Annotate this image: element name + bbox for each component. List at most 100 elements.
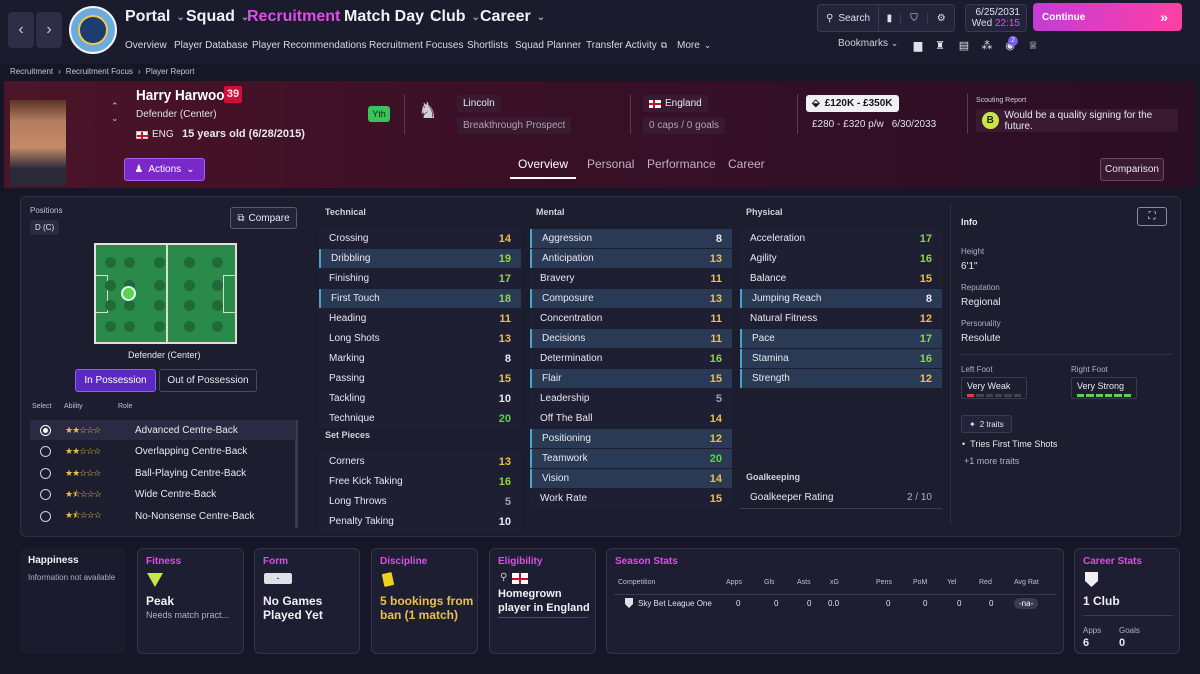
subnav-shortlists[interactable]: Shortlists (467, 40, 508, 51)
club-crest[interactable] (69, 6, 117, 54)
search-button[interactable]: ⚲ Search (818, 5, 880, 31)
attribute-row[interactable]: Leadership 5 (530, 389, 732, 408)
tab-performance[interactable]: Performance (647, 157, 716, 171)
attribute-row[interactable]: Acceleration 17 (740, 229, 942, 248)
compare-button[interactable]: ⧉ Compare (230, 207, 297, 229)
role-row[interactable]: ★⯪☆☆☆ Wide Centre-Back (30, 485, 296, 505)
attribute-row[interactable]: Agility 16 (740, 249, 942, 268)
back-button[interactable]: ‹ (8, 12, 34, 48)
gear-icon[interactable]: ⚙ (928, 13, 954, 24)
attribute-row[interactable]: Long Shots 13 (319, 329, 521, 348)
attribute-row[interactable]: Stamina 16 (740, 349, 942, 368)
attribute-row[interactable]: Strength 12 (740, 369, 942, 388)
trophy-icon[interactable]: ♕ (1026, 38, 1040, 52)
form-card[interactable]: Form - No Games Played Yet (254, 548, 360, 654)
nav-recruitment[interactable]: Recruitment ⌄ (247, 8, 355, 26)
attribute-row[interactable]: Finishing 17 (319, 269, 521, 288)
forward-button[interactable]: › (36, 12, 62, 48)
bookmarks-menu[interactable]: Bookmarks ⌄ (838, 38, 898, 49)
subnav-recruitment-focuses[interactable]: Recruitment Focuses (369, 40, 463, 51)
breadcrumb-focus[interactable]: Recruitment Focus (66, 67, 133, 76)
attribute-row[interactable]: Tackling 10 (319, 389, 521, 408)
shield-icon[interactable]: ⛉ (901, 12, 929, 24)
career-stats-card[interactable]: Career Stats 1 Club Apps 6 Goals 0 (1074, 548, 1180, 654)
attribute-row[interactable]: Concentration 11 (530, 309, 732, 328)
attribute-row[interactable]: Work Rate 15 (530, 489, 732, 508)
nav-match-day[interactable]: Match Day ⌄ (344, 8, 438, 26)
eligibility-card[interactable]: Eligibility ⚲ Homegrown player in Englan… (489, 548, 596, 654)
attribute-row[interactable]: Heading 11 (319, 309, 521, 328)
attribute-row[interactable]: Jumping Reach 8 (740, 289, 942, 308)
document-icon[interactable]: ▤ (957, 38, 971, 52)
attribute-row[interactable]: Long Throws 5 (319, 492, 521, 511)
fitness-card[interactable]: Fitness Peak Needs match pract... (137, 548, 244, 654)
attribute-row[interactable]: Balance 15 (740, 269, 942, 288)
attribute-row[interactable]: Penalty Taking 10 (319, 512, 521, 531)
attribute-row[interactable]: Natural Fitness 12 (740, 309, 942, 328)
breadcrumb-recruitment[interactable]: Recruitment (10, 67, 53, 76)
actions-button[interactable]: ♟ Actions ⌄ (124, 158, 205, 181)
traits-button[interactable]: ✦ 2 traits (961, 415, 1012, 433)
role-radio[interactable] (40, 489, 51, 500)
attribute-row[interactable]: Flair 15 (530, 369, 732, 388)
subnav-squad-planner[interactable]: Squad Planner (515, 40, 581, 51)
role-row[interactable]: ★★☆☆☆ Ball-Playing Centre-Back (30, 463, 296, 483)
attribute-row[interactable]: Determination 16 (530, 349, 732, 368)
discipline-card[interactable]: Discipline 5 bookings from ban (1 match) (371, 548, 478, 654)
continue-button[interactable]: Continue» (1033, 3, 1182, 31)
tactics-icon[interactable]: ⁂ (980, 38, 994, 52)
national-team[interactable]: England (643, 95, 708, 112)
scouting-report[interactable]: B Would be a quality signing for the fut… (976, 109, 1178, 132)
bookmark-icon[interactable]: ▮ (879, 12, 901, 24)
prev-next-arrows[interactable]: ⌃ ⌄ (111, 100, 119, 124)
attribute-row[interactable]: Crossing 14 (319, 229, 521, 248)
role-row[interactable]: ★★☆☆☆ Advanced Centre-Back (30, 420, 296, 440)
date-box[interactable]: 6/25/2031 Wed 22:15 (965, 4, 1027, 32)
nav-portal[interactable]: Portal ⌄ (125, 8, 185, 26)
info-toggle-button[interactable]: ⛶ (1137, 207, 1167, 226)
comparison-button[interactable]: Comparison (1100, 158, 1164, 181)
attribute-row[interactable]: Teamwork 20 (530, 449, 732, 468)
chat-icon[interactable]: ▆ (911, 38, 925, 52)
attribute-row[interactable]: First Touch 18 (319, 289, 521, 308)
attribute-row[interactable]: Composure 13 (530, 289, 732, 308)
attribute-row[interactable]: Free Kick Taking 16 (319, 472, 521, 491)
attribute-row[interactable]: Corners 13 (319, 452, 521, 471)
attribute-row[interactable]: Anticipation 13 (530, 249, 732, 268)
attribute-row[interactable]: Decisions 11 (530, 329, 732, 348)
attribute-row[interactable]: Pace 17 (740, 329, 942, 348)
tab-overview[interactable]: Overview (510, 157, 577, 179)
role-row[interactable]: ★⯪☆☆☆ No-Nonsense Centre-Back (30, 506, 296, 526)
subnav-player-database[interactable]: Player Database (174, 40, 248, 51)
tab-personal[interactable]: Personal (587, 157, 634, 171)
subnav-overview[interactable]: Overview (125, 40, 167, 51)
attribute-row[interactable]: Marking 8 (319, 349, 521, 368)
attribute-row[interactable]: Aggression 8 (530, 229, 732, 248)
attribute-row[interactable]: Off The Ball 14 (530, 409, 732, 428)
more-traits-link[interactable]: +1 more traits (964, 456, 1019, 466)
attribute-row[interactable]: Technique 20 (319, 409, 521, 428)
role-radio[interactable] (40, 510, 51, 522)
tab-career[interactable]: Career (728, 157, 765, 171)
happiness-card[interactable]: Happiness Information not available (20, 548, 125, 654)
out-of-possession-toggle[interactable]: Out of Possession (159, 369, 257, 392)
attribute-row[interactable]: Positioning 12 (530, 429, 732, 448)
nav-career[interactable]: Career ⌄ (480, 8, 545, 26)
role-row[interactable]: ★★☆☆☆ Overlapping Centre-Back (30, 442, 296, 462)
goalkeeper-rating-row[interactable]: Goalkeeper Rating 2 / 10 (740, 488, 942, 507)
club-name[interactable]: Lincoln (457, 95, 501, 112)
in-possession-toggle[interactable]: In Possession (75, 369, 156, 392)
nav-squad[interactable]: Squad ⌄ (186, 8, 249, 26)
role-radio[interactable] (40, 467, 51, 479)
role-radio[interactable] (40, 424, 51, 436)
nav-club[interactable]: Club ⌄ (430, 8, 480, 26)
attribute-row[interactable]: Bravery 11 (530, 269, 732, 288)
role-radio[interactable] (40, 446, 51, 457)
attribute-row[interactable]: Dribbling 19 (319, 249, 521, 268)
subnav-more[interactable]: More ⌄ (677, 40, 711, 51)
subnav-player-recommendations[interactable]: Player Recommendations (252, 40, 367, 51)
attribute-row[interactable]: Vision 14 (530, 469, 732, 488)
attribute-row[interactable]: Passing 15 (319, 369, 521, 388)
shirt-icon[interactable]: ♜ (933, 38, 947, 52)
subnav-transfer-activity[interactable]: Transfer Activity ⧉ (586, 40, 667, 51)
